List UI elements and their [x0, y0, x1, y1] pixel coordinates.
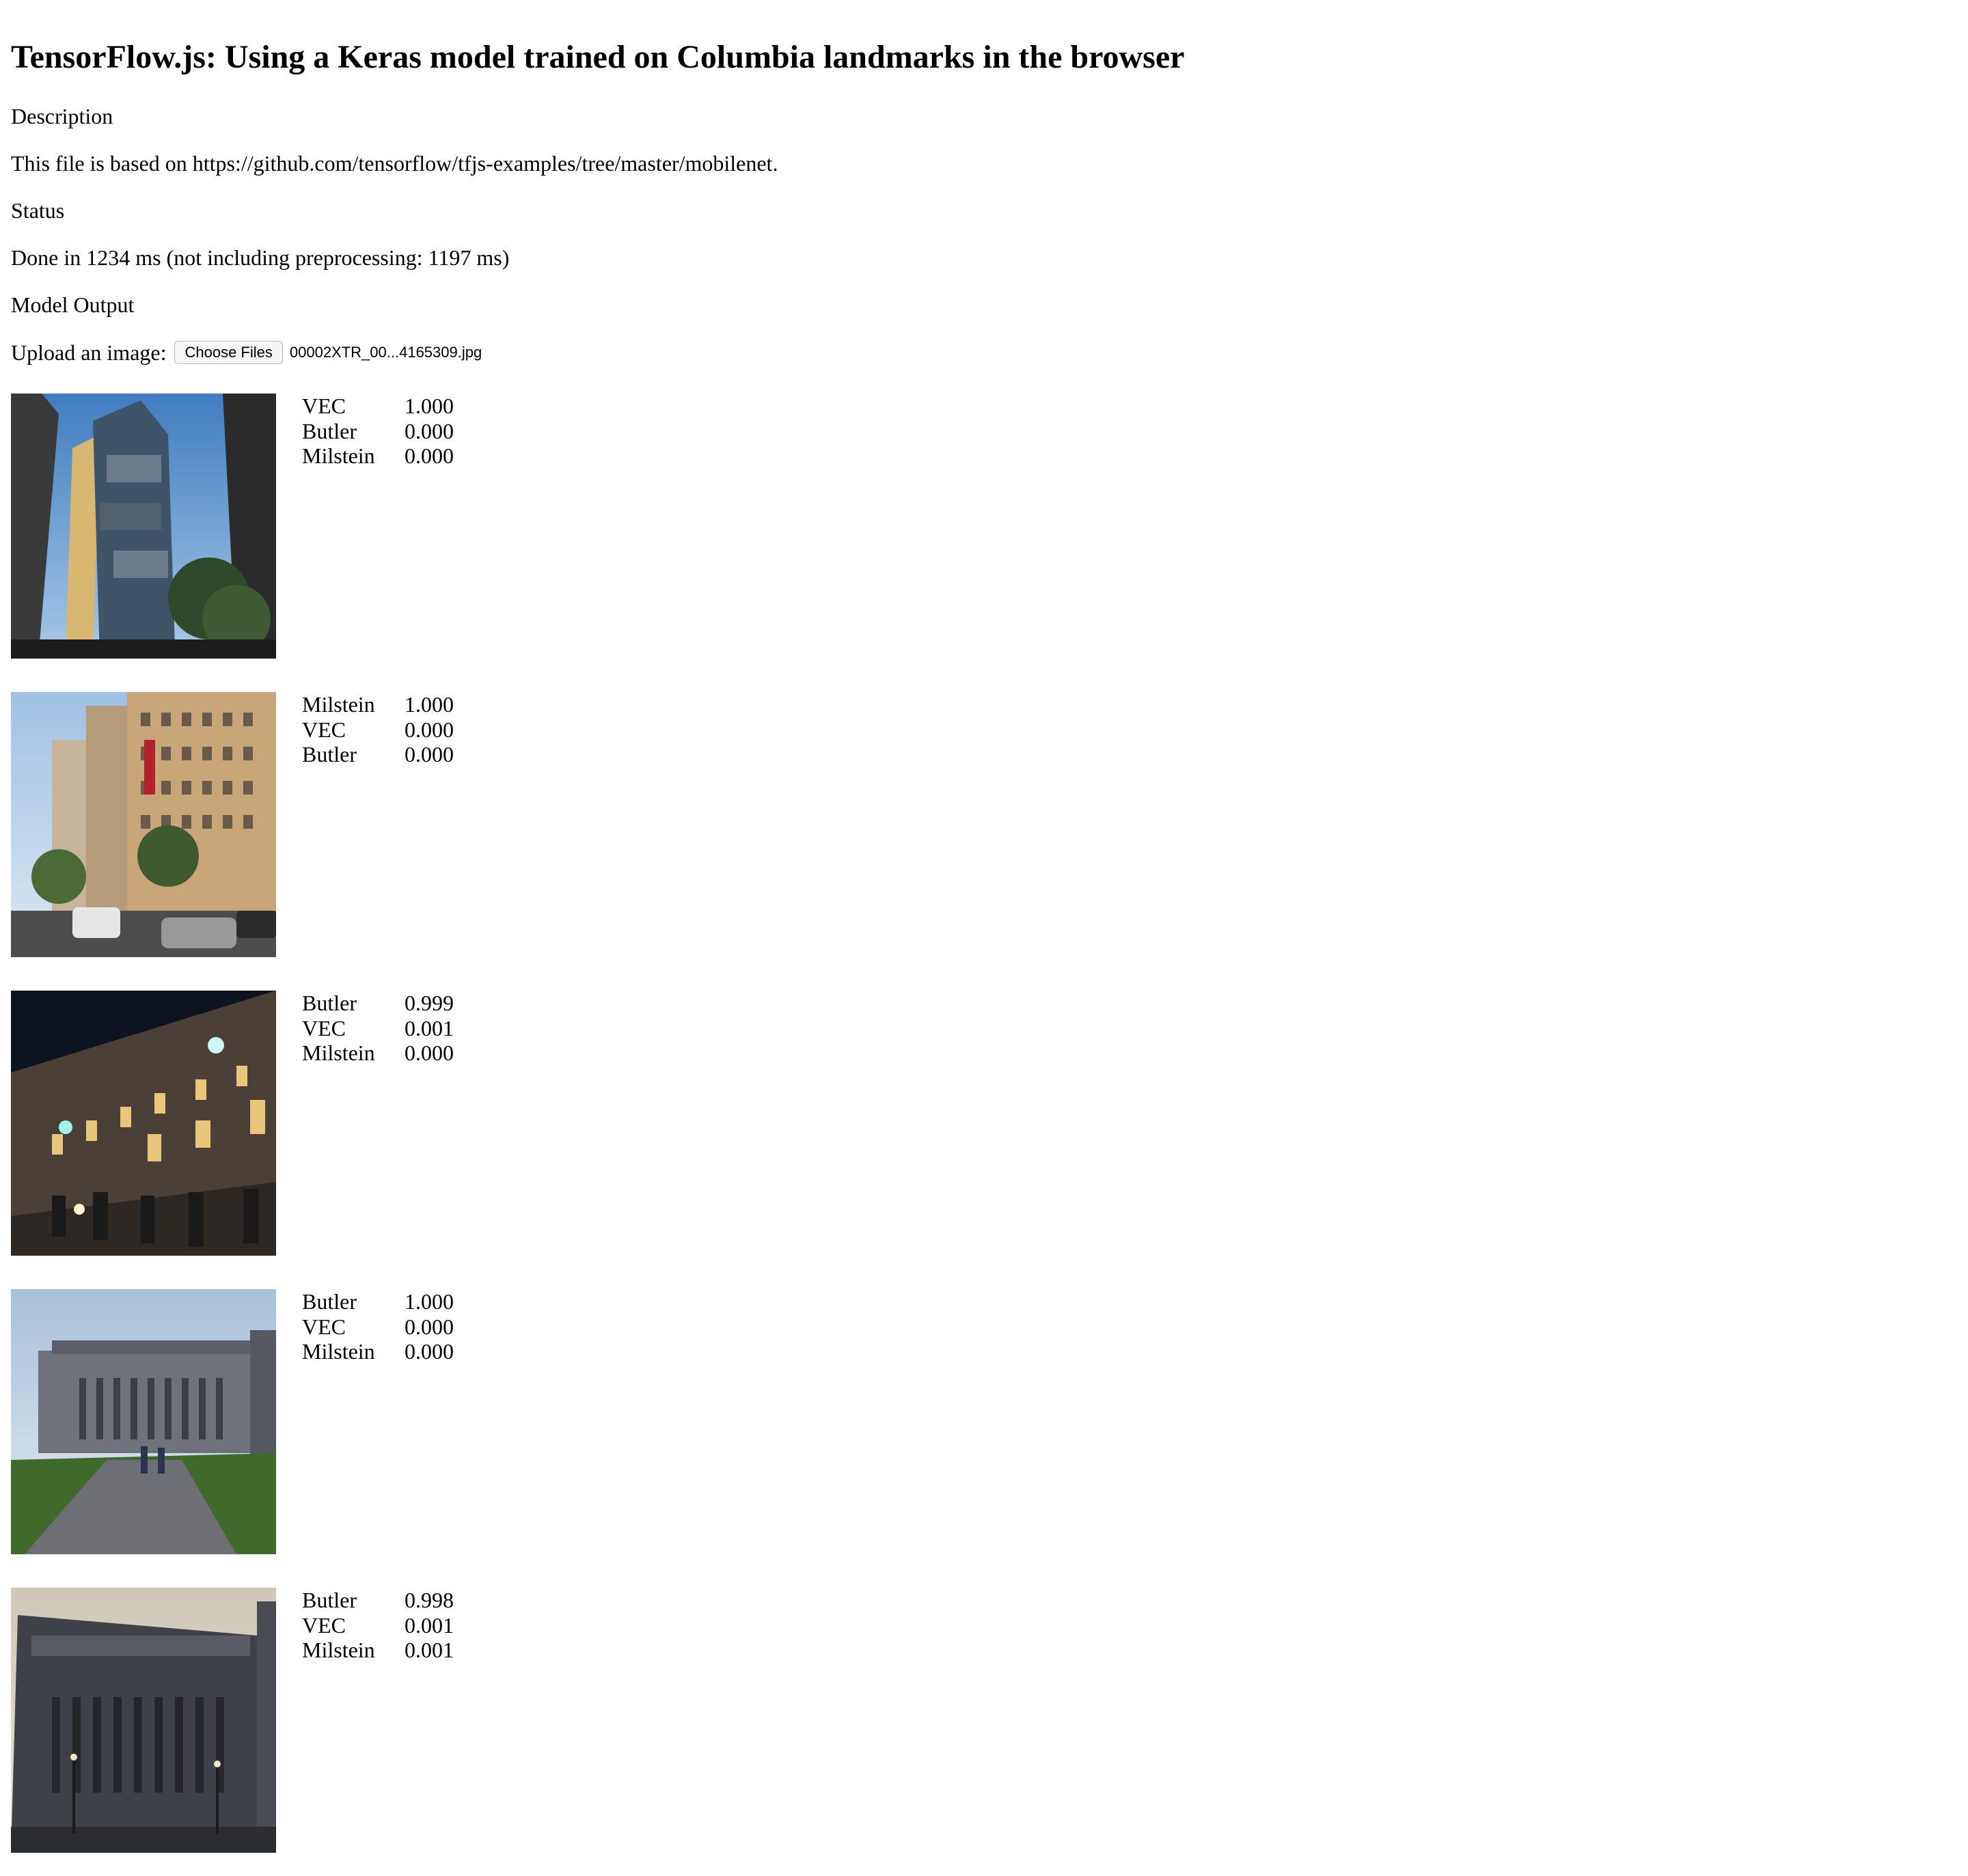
prediction-label: Butler	[302, 742, 357, 767]
prediction-label: VEC	[302, 1612, 346, 1638]
prediction-probability: 0.001	[405, 1638, 454, 1662]
prediction-result: Butler 0.999 VEC 0.001 Milstein 0.000	[11, 991, 831, 1257]
prediction-probability: 0.000	[405, 1040, 454, 1065]
prediction-row: VEC 0.000	[302, 1314, 487, 1340]
prediction-label: Butler	[302, 418, 357, 443]
street-buildings-photo	[11, 692, 276, 957]
prediction-probability: 1.000	[405, 692, 454, 717]
prediction-list: VEC 1.000 Butler 0.000 Milstein 0.000	[302, 394, 487, 469]
prediction-probability: 0.000	[405, 418, 454, 443]
selected-file-name: 00002XTR_00...4165309.jpg	[289, 344, 482, 361]
upload-row: Upload an image: Choose Files 00002XTR_0…	[11, 337, 482, 368]
prediction-probability: 0.999	[405, 991, 454, 1015]
prediction-result: Butler 0.998 VEC 0.001 Milstein 0.001	[11, 1588, 831, 1854]
prediction-row: Butler 0.000	[302, 742, 487, 767]
prediction-label: Milstein	[302, 692, 375, 717]
prediction-probability: 1.000	[405, 1289, 454, 1314]
prediction-probability: 0.000	[405, 1339, 454, 1364]
prediction-list: Milstein 1.000 VEC 0.000 Butler 0.000	[302, 692, 487, 767]
prediction-label: Milstein	[302, 1339, 375, 1364]
choose-files-button[interactable]: Choose Files	[174, 341, 283, 364]
status-heading: Status	[11, 198, 65, 223]
prediction-probability: 0.001	[405, 1015, 454, 1040]
prediction-row: VEC 0.001	[302, 1613, 487, 1638]
prediction-list: Butler 0.998 VEC 0.001 Milstein 0.001	[302, 1588, 487, 1663]
prediction-probability: 0.000	[405, 717, 454, 742]
prediction-label: VEC	[302, 1015, 346, 1040]
prediction-probability: 0.000	[405, 443, 454, 468]
prediction-probability: 0.998	[405, 1588, 454, 1612]
prediction-row: VEC 0.001	[302, 1016, 487, 1041]
prediction-label: VEC	[302, 717, 346, 742]
library-facade-dusk-photo	[11, 1588, 276, 1853]
prediction-probability: 1.000	[405, 394, 454, 418]
night-building-facade-photo	[11, 991, 276, 1256]
status-text: Done in 1234 ms (not including preproces…	[11, 245, 510, 270]
prediction-row: Milstein 0.000	[302, 1040, 487, 1066]
prediction-row: Butler 0.999	[302, 991, 487, 1016]
prediction-label: Butler	[302, 1289, 357, 1314]
prediction-label: VEC	[302, 394, 346, 418]
prediction-row: Butler 0.998	[302, 1588, 487, 1613]
prediction-probability: 0.000	[405, 1314, 454, 1339]
prediction-list: Butler 1.000 VEC 0.000 Milstein 0.000	[302, 1289, 487, 1364]
prediction-row: VEC 1.000	[302, 394, 487, 419]
upload-label: Upload an image:	[11, 340, 167, 365]
library-with-walkway-photo	[11, 1289, 276, 1554]
prediction-row: Milstein 1.000	[302, 692, 487, 717]
description-text: This file is based on https://github.com…	[11, 151, 778, 176]
prediction-probability: 0.001	[405, 1612, 454, 1638]
prediction-list: Butler 0.999 VEC 0.001 Milstein 0.000	[302, 991, 487, 1066]
modern-glass-tower-photo	[11, 394, 276, 659]
prediction-label: Butler	[302, 1588, 357, 1612]
model-output-heading: Model Output	[11, 292, 135, 317]
prediction-row: Butler 1.000	[302, 1289, 487, 1314]
prediction-label: Milstein	[302, 1040, 375, 1065]
prediction-label: Butler	[302, 991, 357, 1015]
prediction-label: VEC	[302, 1314, 346, 1339]
prediction-row: Milstein 0.000	[302, 1339, 487, 1364]
page-title: TensorFlow.js: Using a Keras model train…	[11, 39, 1185, 75]
prediction-probability: 0.000	[405, 742, 454, 767]
prediction-row: Butler 0.000	[302, 419, 487, 444]
description-heading: Description	[11, 104, 113, 128]
prediction-result: VEC 1.000 Butler 0.000 Milstein 0.000	[11, 394, 831, 660]
prediction-row: VEC 0.000	[302, 717, 487, 743]
prediction-label: Milstein	[302, 1638, 375, 1662]
prediction-label: Milstein	[302, 443, 375, 468]
prediction-row: Milstein 0.001	[302, 1638, 487, 1663]
prediction-result: Milstein 1.000 VEC 0.000 Butler 0.000	[11, 692, 831, 958]
prediction-row: Milstein 0.000	[302, 443, 487, 469]
prediction-result: Butler 1.000 VEC 0.000 Milstein 0.000	[11, 1289, 831, 1556]
